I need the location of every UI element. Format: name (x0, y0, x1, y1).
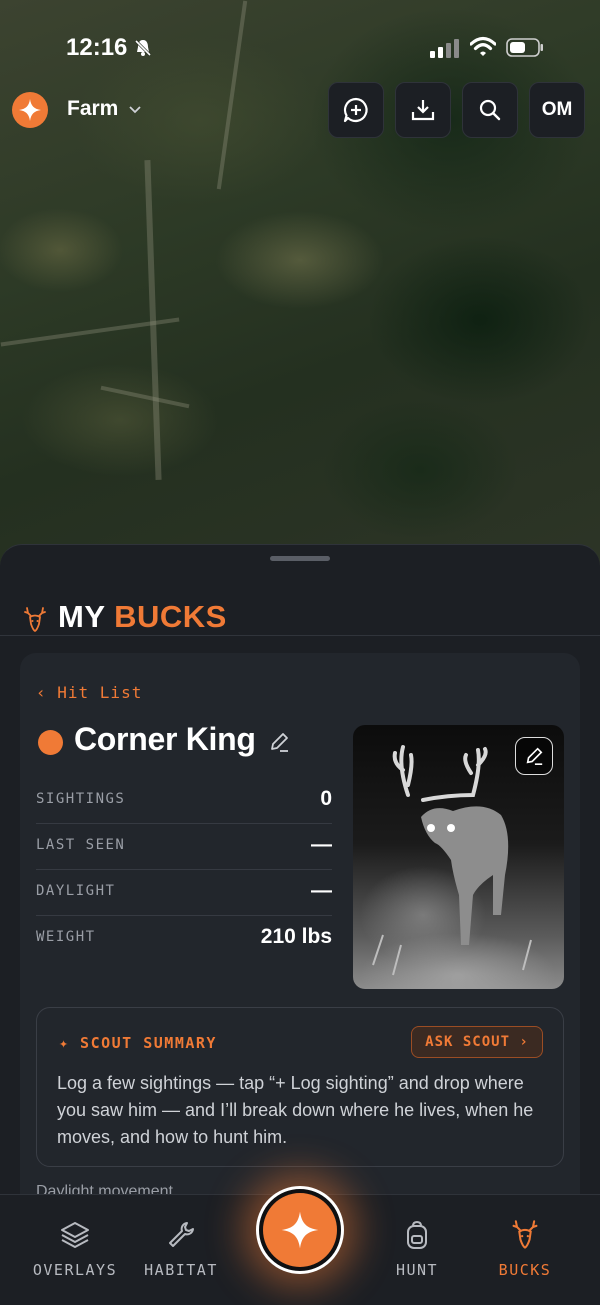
edit-name-pencil-icon[interactable] (268, 731, 290, 753)
deer-icon (24, 607, 46, 633)
stat-value: 0 (320, 787, 332, 810)
main-action-button[interactable] (256, 1186, 344, 1274)
profile-initials: OM (541, 99, 573, 120)
status-time: 12:16 (66, 34, 128, 61)
stat-row-sightings: SIGHTINGS 0 (36, 777, 332, 824)
stat-row-weight: WEIGHT 210 lbs (36, 915, 332, 961)
download-button[interactable] (395, 82, 451, 138)
nav-label: BUCKS (498, 1261, 552, 1279)
search-button[interactable] (462, 82, 518, 138)
farm-selector-label[interactable]: Farm (67, 97, 118, 121)
sparkle-icon (281, 1211, 319, 1249)
nav-label: HABITAT (144, 1261, 218, 1279)
bell-muted-icon (134, 39, 152, 57)
back-to-hit-list-link[interactable]: ‹ Hit List (36, 683, 142, 702)
stat-label: WEIGHT (36, 929, 96, 945)
cellular-signal-icon (430, 39, 459, 58)
buck-name: Corner King (74, 721, 256, 757)
scout-summary-panel: ✦ SCOUT SUMMARY ASK SCOUT › Log a few si… (36, 1007, 564, 1167)
ask-scout-button[interactable]: ASK SCOUT › (411, 1026, 543, 1058)
nav-bucks[interactable]: BUCKS (470, 1209, 580, 1289)
layers-icon (61, 1222, 89, 1248)
buck-color-dot (38, 730, 63, 755)
edit-photo-button[interactable] (515, 737, 553, 775)
sheet-title: MY BUCKS (58, 599, 227, 635)
nav-overlays[interactable]: OVERLAYS (20, 1209, 130, 1289)
chat-plus-icon (343, 97, 368, 123)
app-logo-button[interactable] (12, 92, 48, 128)
search-icon (479, 99, 501, 121)
add-chat-button[interactable] (328, 82, 384, 138)
nav-label: HUNT (395, 1261, 439, 1279)
wrench-icon (169, 1222, 194, 1247)
scout-summary-title: ✦ SCOUT SUMMARY (59, 1034, 217, 1052)
wifi-icon (470, 36, 496, 56)
nav-hunt[interactable]: HUNT (362, 1209, 472, 1289)
stat-row-last-seen: LAST SEEN — (36, 823, 332, 870)
scout-summary-body: Log a few sightings — tap “+ Log sightin… (57, 1073, 534, 1147)
deer-icon (512, 1220, 538, 1249)
stat-value: — (311, 879, 332, 902)
profile-button[interactable]: OM (529, 82, 585, 138)
stat-row-daylight: DAYLIGHT — (36, 869, 332, 916)
pencil-icon (526, 747, 543, 765)
battery-icon (506, 38, 543, 57)
sheet-title-a: MY (58, 599, 105, 634)
buck-trail-cam-photo[interactable] (353, 725, 564, 989)
sheet-title-b: BUCKS (114, 599, 227, 634)
nav-habitat[interactable]: HABITAT (126, 1209, 236, 1289)
stat-label: DAYLIGHT (36, 883, 116, 899)
stat-label: LAST SEEN (36, 837, 126, 853)
stat-value: — (311, 833, 332, 856)
stat-label: SIGHTINGS (36, 791, 126, 807)
fab-inner (263, 1193, 337, 1267)
download-icon (411, 100, 435, 121)
nav-label: OVERLAYS (32, 1261, 118, 1279)
stat-value: 210 lbs (260, 925, 332, 948)
sparkle-logo-icon (19, 99, 41, 121)
sheet-header: MY BUCKS (0, 565, 600, 636)
backpack-icon (407, 1220, 427, 1249)
chevron-down-icon[interactable] (128, 102, 142, 116)
sheet-drag-handle[interactable] (270, 556, 330, 561)
